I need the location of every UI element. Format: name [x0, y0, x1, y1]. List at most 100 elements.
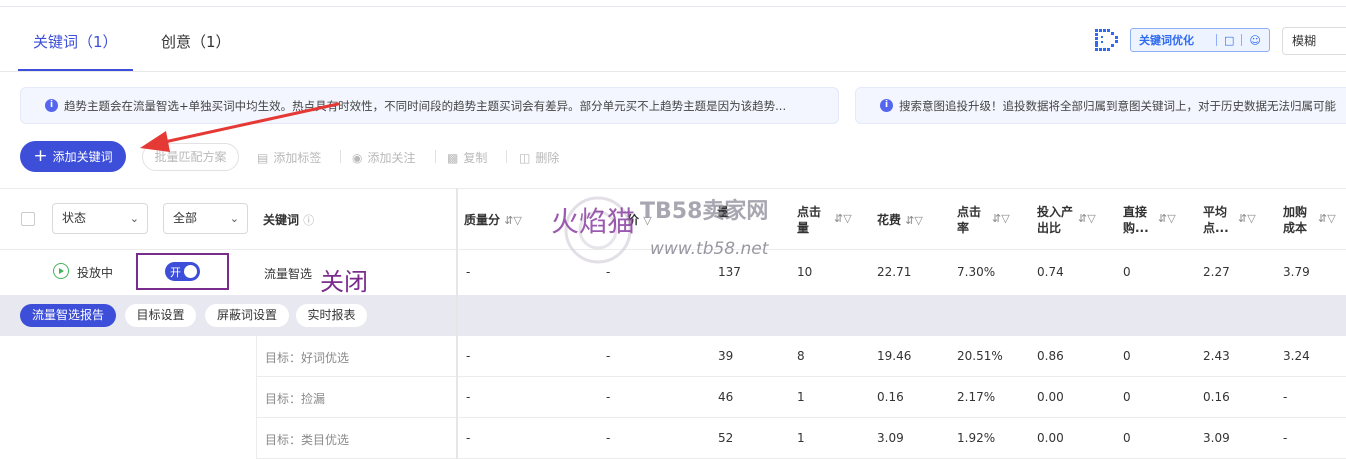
clicks-sort-icon[interactable]: ⇵▽: [834, 211, 852, 225]
info-icon: i: [45, 99, 58, 112]
cell-roi: 0.86: [1037, 349, 1064, 363]
play-status-icon: [53, 263, 69, 279]
keyword-name[interactable]: 流量智选: [264, 265, 312, 282]
sort-filter-icon[interactable]: ⇵▽: [905, 214, 923, 227]
add-tag-button[interactable]: ▤ 添加标签: [257, 149, 321, 166]
cell-cost: 3.09: [877, 431, 904, 445]
add-keyword-button[interactable]: + 添加关键词: [20, 141, 126, 172]
cell-quality: -: [466, 390, 471, 404]
col-ctr[interactable]: 点击率: [957, 204, 989, 236]
cell-direct: 0: [1123, 265, 1131, 279]
scope-filter-label: 全部: [173, 211, 198, 225]
cell-ctr: 7.30%: [957, 265, 996, 279]
report-tab-goal-settings[interactable]: 目标设置: [125, 304, 196, 327]
col-quality[interactable]: 质量分 ⇵▽: [464, 211, 522, 228]
chevron-down-icon: ⌄: [229, 212, 239, 225]
col-direct[interactable]: 直接购...: [1123, 204, 1157, 236]
col-avg[interactable]: 平均点...: [1203, 204, 1235, 236]
avg-sort-icon[interactable]: ⇵▽: [1238, 211, 1256, 225]
cell-bid: -: [606, 431, 611, 445]
cell-roi: 0.00: [1037, 431, 1064, 445]
cart-cost-sort-icon[interactable]: ⇵▽: [1318, 211, 1336, 225]
col-clicks[interactable]: 点击量: [797, 204, 829, 236]
delete-label: 删除: [535, 151, 560, 165]
sort-filter-icon[interactable]: ▽: [643, 214, 651, 227]
col-bid[interactable]: 价 ▽: [627, 211, 652, 228]
cell-cost: 0.16: [877, 390, 904, 404]
add-tag-label: 添加标签: [273, 151, 322, 165]
cell-ctr: 1.92%: [957, 431, 996, 445]
tabs-divider: [0, 71, 1346, 72]
col-impressions[interactable]: 量: [717, 204, 762, 220]
cell-impressions: 46: [718, 390, 734, 404]
cell-quality: -: [466, 349, 471, 363]
cell-quality: -: [466, 431, 471, 445]
brand-d-icon: [1095, 29, 1118, 51]
report-tab-smart-traffic[interactable]: 流量智选报告: [20, 304, 116, 327]
add-follow-label: 添加关注: [367, 151, 416, 165]
sub-row-label: 目标：类目优选: [265, 433, 350, 447]
cell-avg: 0.16: [1203, 390, 1230, 404]
match-mode-select[interactable]: 模糊: [1282, 27, 1346, 55]
sub-row-label: 目标：好词优选: [265, 351, 350, 365]
col-cart-cost[interactable]: 加购成本: [1283, 204, 1315, 236]
report-tab-blocked-words[interactable]: 屏蔽词设置: [205, 304, 289, 327]
ctr-sort-icon[interactable]: ⇵▽: [992, 211, 1010, 225]
user-icon[interactable]: ☺: [1249, 34, 1260, 47]
cell-impressions: 137: [718, 265, 741, 279]
direct-sort-icon[interactable]: ⇵▽: [1158, 211, 1176, 225]
plus-icon: +: [33, 146, 48, 166]
cell-clicks: 8: [797, 349, 805, 363]
copy-button[interactable]: ▩ 复制: [447, 149, 487, 166]
cell-cart-cost: 3.24: [1283, 349, 1310, 363]
cell-impressions: 52: [718, 431, 734, 445]
chevron-down-icon: ⌄: [129, 212, 139, 225]
add-follow-button[interactable]: ◉ 添加关注: [352, 149, 416, 166]
copy-label: 复制: [463, 151, 488, 165]
add-keyword-label: 添加关键词: [52, 150, 113, 164]
col-roi[interactable]: 投入产出比: [1037, 204, 1082, 236]
sort-filter-icon[interactable]: ⇵▽: [504, 214, 522, 227]
report-tab-realtime[interactable]: 实时报表: [296, 304, 367, 327]
chat-icon[interactable]: □: [1224, 34, 1234, 47]
scope-filter-select[interactable]: 全部 ⌄: [163, 203, 248, 234]
help-icon[interactable]: ⓘ: [303, 214, 314, 227]
select-all-checkbox[interactable]: [21, 212, 35, 226]
eye-icon: ◉: [352, 150, 363, 165]
cell-avg: 3.09: [1203, 431, 1230, 445]
status-filter-label: 状态: [62, 211, 87, 225]
roi-sort-icon[interactable]: ⇵▽: [1078, 211, 1096, 225]
col-cost[interactable]: 花费 ⇵▽: [877, 211, 923, 228]
delete-button[interactable]: ◫ 删除: [519, 149, 559, 166]
keyword-optimize-widget[interactable]: 关键词优化 □ ☺: [1130, 28, 1270, 52]
trash-icon: ◫: [519, 150, 531, 165]
keyword-optimize-label[interactable]: 关键词优化: [1131, 32, 1209, 48]
cell-roi: 0.74: [1037, 265, 1064, 279]
cell-cart-cost: 3.79: [1283, 265, 1310, 279]
status-toggle[interactable]: 开: [165, 262, 200, 281]
batch-match-button[interactable]: 批量匹配方案: [142, 143, 239, 171]
sub-row-label: 目标：捡漏: [265, 392, 326, 406]
cell-avg: 2.27: [1203, 265, 1230, 279]
col-keyword: 关键词 ⓘ: [263, 213, 315, 227]
toggle-knob: [184, 265, 197, 278]
toggle-label: 开: [170, 266, 181, 279]
banner-text: 趋势主题会在流量智选+单独买词中均生效。热点具有时效性，不同时间段的趋势主题买词…: [64, 98, 787, 113]
cell-clicks: 10: [797, 265, 813, 279]
tab-creative[interactable]: 创意（1）: [161, 31, 231, 52]
cell-bid: -: [606, 390, 611, 404]
info-banner-search-intent: i 搜索意图追投升级！追投数据将全部归属到意图关键词上，对于历史数据无法归属可能: [855, 87, 1346, 124]
tab-keywords[interactable]: 关键词（1）: [33, 31, 118, 52]
cell-bid: -: [606, 265, 611, 279]
report-tabs-bar: [0, 295, 1346, 336]
cell-direct: 0: [1123, 431, 1131, 445]
cell-quality: -: [466, 265, 471, 279]
cell-cart-cost: -: [1283, 390, 1288, 404]
frozen-column-divider: [456, 188, 458, 459]
info-banner-trend: i 趋势主题会在流量智选+单独买词中均生效。热点具有时效性，不同时间段的趋势主题…: [20, 87, 839, 124]
cell-cost: 19.46: [877, 349, 912, 363]
cell-ctr: 2.17%: [957, 390, 996, 404]
status-filter-select[interactable]: 状态 ⌄: [52, 203, 148, 234]
cell-avg: 2.43: [1203, 349, 1230, 363]
cell-roi: 0.00: [1037, 390, 1064, 404]
